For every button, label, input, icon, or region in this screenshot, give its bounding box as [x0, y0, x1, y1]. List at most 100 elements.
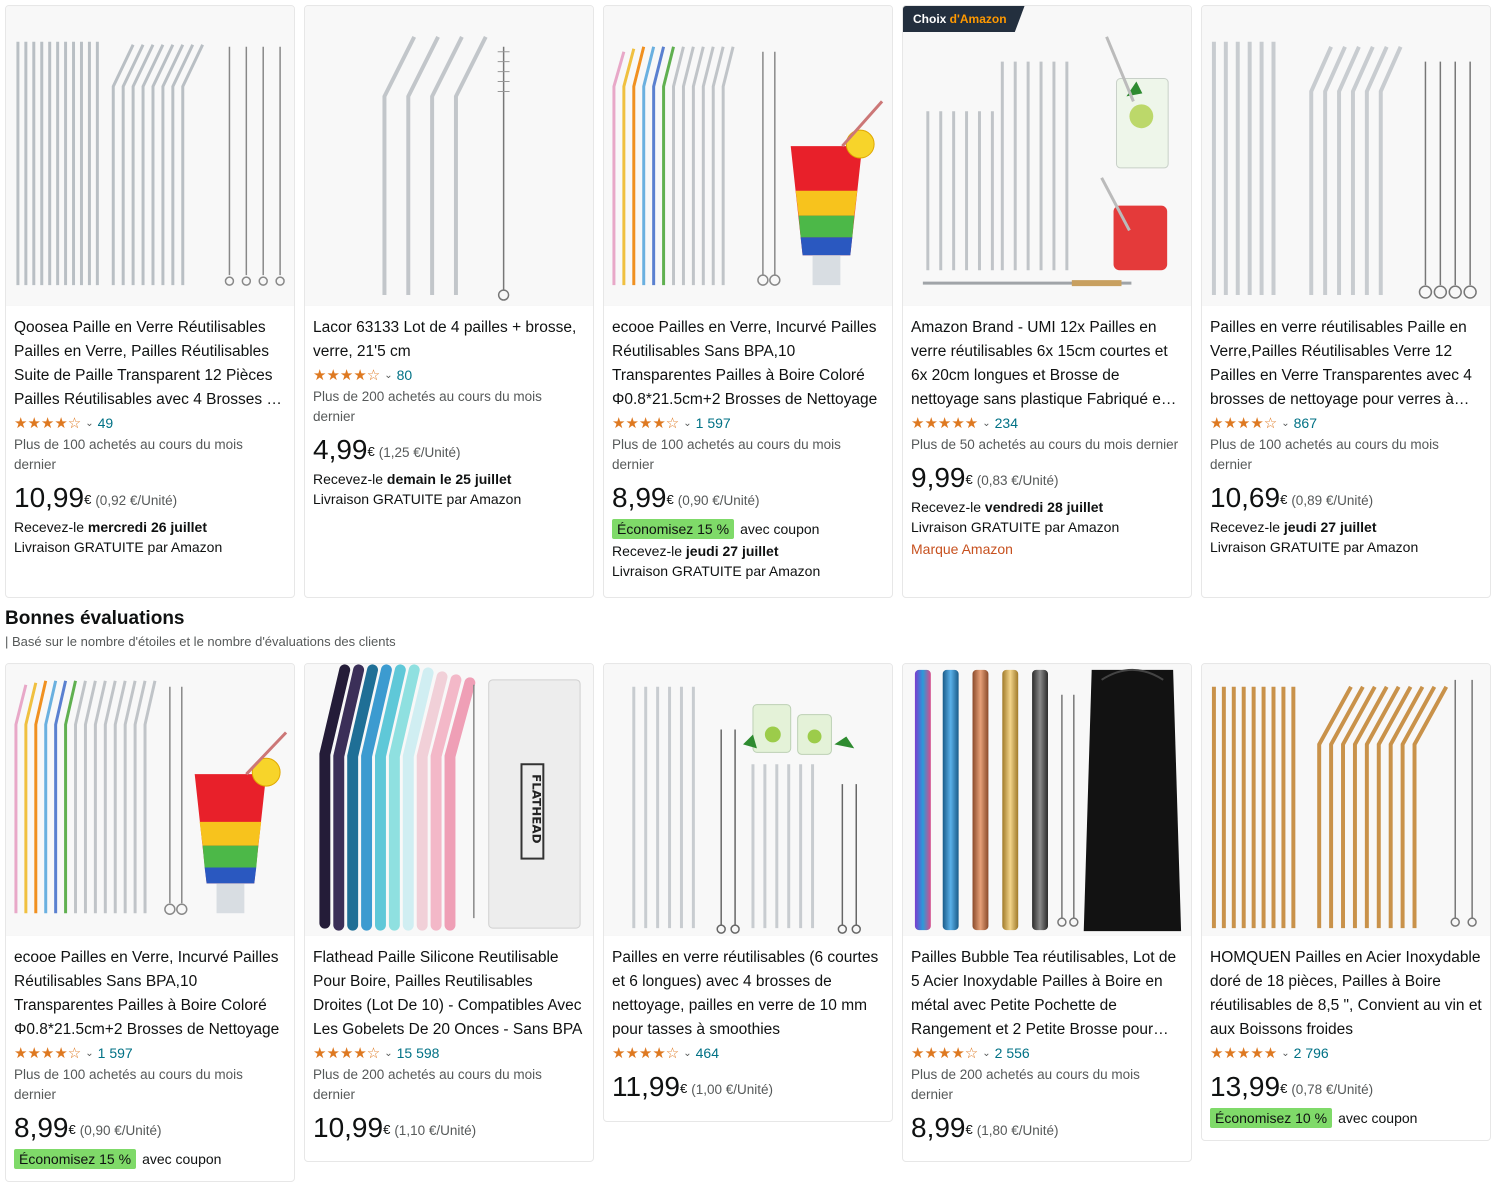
product-title[interactable]: Qoosea Paille en Verre Réutilisables Pai… [14, 316, 286, 412]
coupon[interactable]: Économisez 15 % avec coupon [14, 1149, 286, 1169]
product-card[interactable]: Pailles Bubble Tea réutilisables, Lot de… [902, 663, 1192, 1162]
review-count[interactable]: 1 597 [98, 1045, 133, 1061]
product-card[interactable]: Qoosea Paille en Verre Réutilisables Pai… [5, 5, 295, 598]
product-card[interactable]: Pailles en verre réutilisables (6 courte… [603, 663, 893, 1122]
price[interactable]: 9,99€ [911, 463, 973, 493]
coupon-badge[interactable]: Économisez 15 % [612, 519, 735, 539]
review-count[interactable]: 867 [1294, 415, 1317, 431]
chevron-down-icon[interactable]: ⌄ [1281, 418, 1289, 429]
bought-count: Plus de 200 achetés au cours du mois der… [911, 1067, 1140, 1102]
product-title[interactable]: Flathead Paille Silicone Reutilisable Po… [313, 946, 585, 1042]
price-row: 9,99€ (0,83 €/Unité) [911, 463, 1183, 497]
review-count[interactable]: 80 [397, 367, 413, 383]
price[interactable]: 10,99€ [313, 1113, 390, 1143]
product-title[interactable]: Lacor 63133 Lot de 4 pailles + brosse, v… [313, 316, 585, 364]
rating[interactable]: ★★★★☆ ⌄ 1 597 [612, 412, 884, 434]
product-card[interactable]: ecooe Pailles en Verre, Incurvé Pailles … [5, 663, 295, 1182]
rating[interactable]: ★★★★☆ ⌄ 49 [14, 412, 286, 434]
product-title[interactable]: Pailles en verre réutilisables (6 courte… [612, 946, 884, 1042]
product-title[interactable]: ecooe Pailles en Verre, Incurvé Pailles … [14, 946, 286, 1042]
review-count[interactable]: 49 [98, 415, 114, 431]
product-image-glass-straws-mojito [604, 664, 892, 936]
shipping-info: Livraison GRATUITE par Amazon [1210, 539, 1419, 555]
product-image[interactable] [604, 6, 892, 306]
rating[interactable]: ★★★★☆ ⌄ 80 [313, 364, 585, 386]
rating[interactable]: ★★★★☆ ⌄ 2 556 [911, 1042, 1183, 1064]
chevron-down-icon[interactable]: ⌄ [85, 418, 93, 429]
product-card[interactable]: FLATHEAD Flathead Paille Silicone Reutil… [304, 663, 594, 1162]
product-card[interactable]: HOMQUEN Pailles en Acier Inoxydable doré… [1201, 663, 1491, 1141]
coupon-text: avec coupon [142, 1151, 222, 1167]
price[interactable]: 13,99€ [1210, 1072, 1287, 1102]
price[interactable]: 8,99€ [911, 1113, 973, 1143]
price[interactable]: 10,69€ [1210, 483, 1287, 513]
product-image[interactable]: Choix d'Amazon [903, 6, 1191, 306]
product-card[interactable]: Pailles en verre réutilisables Paille en… [1201, 5, 1491, 598]
brand-label[interactable]: Marque Amazon [911, 539, 1183, 559]
review-count[interactable]: 464 [696, 1045, 719, 1061]
product-title[interactable]: HOMQUEN Pailles en Acier Inoxydable doré… [1210, 946, 1482, 1042]
coupon-badge[interactable]: Économisez 15 % [14, 1149, 137, 1169]
coupon[interactable]: Économisez 15 % avec coupon [612, 519, 884, 539]
price[interactable]: 10,99€ [14, 483, 91, 513]
rating[interactable]: ★★★★☆ ⌄ 867 [1210, 412, 1482, 434]
product-image[interactable] [903, 664, 1191, 936]
chevron-down-icon[interactable]: ⌄ [1281, 1048, 1289, 1059]
review-count[interactable]: 234 [995, 415, 1018, 431]
product-image[interactable] [1202, 664, 1490, 936]
coupon[interactable]: Économisez 10 % avec coupon [1210, 1108, 1482, 1128]
delivery-date: Recevez-le jeudi 27 juillet [1210, 519, 1377, 535]
shipping-info: Livraison GRATUITE par Amazon [313, 491, 522, 507]
product-image-glass-straws [305, 7, 593, 305]
rating[interactable]: ★★★★☆ ⌄ 15 598 [313, 1042, 585, 1064]
bought-count: Plus de 100 achetés au cours du mois der… [14, 1067, 243, 1102]
star-rating-icon: ★★★★☆ [612, 1045, 680, 1062]
product-card[interactable]: Lacor 63133 Lot de 4 pailles + brosse, v… [304, 5, 594, 598]
chevron-down-icon[interactable]: ⌄ [85, 1048, 93, 1059]
product-image-colored-straws-cocktail [6, 664, 294, 936]
rating[interactable]: ★★★★☆ ⌄ 1 597 [14, 1042, 286, 1064]
product-image[interactable] [1202, 6, 1490, 306]
bought-count: Plus de 100 achetés au cours du mois der… [612, 437, 841, 472]
star-rating-icon: ★★★★☆ [313, 1045, 381, 1062]
product-image[interactable] [6, 6, 294, 306]
product-card[interactable]: Choix d'Amazon Amazon Brand - UMI 12x Pa… [902, 5, 1192, 598]
price-row: 13,99€ (0,78 €/Unité) [1210, 1072, 1482, 1106]
product-card[interactable]: ecooe Pailles en Verre, Incurvé Pailles … [603, 5, 893, 598]
product-title[interactable]: ecooe Pailles en Verre, Incurvé Pailles … [612, 316, 884, 412]
rating[interactable]: ★★★★★ ⌄ 2 796 [1210, 1042, 1482, 1064]
price[interactable]: 8,99€ [14, 1113, 76, 1143]
coupon-badge[interactable]: Économisez 10 % [1210, 1108, 1333, 1128]
rating[interactable]: ★★★★★ ⌄ 234 [911, 412, 1183, 434]
review-count[interactable]: 15 598 [397, 1045, 440, 1061]
rating[interactable]: ★★★★☆ ⌄ 464 [612, 1042, 884, 1064]
product-image[interactable] [604, 664, 892, 936]
chevron-down-icon[interactable]: ⌄ [384, 370, 392, 381]
chevron-down-icon[interactable]: ⌄ [982, 1048, 990, 1059]
product-title[interactable]: Amazon Brand - UMI 12x Pailles en verre … [911, 316, 1183, 412]
chevron-down-icon[interactable]: ⌄ [683, 1048, 691, 1059]
chevron-down-icon[interactable]: ⌄ [982, 418, 990, 429]
shipping-info: Livraison GRATUITE par Amazon [911, 519, 1120, 535]
price-row: 8,99€ (0,90 €/Unité) [612, 483, 884, 517]
product-image[interactable]: FLATHEAD [305, 664, 593, 936]
chevron-down-icon[interactable]: ⌄ [384, 1048, 392, 1059]
product-image-glass-straws [1202, 7, 1490, 305]
product-image-glass-straws-drinks [903, 7, 1191, 305]
review-count[interactable]: 1 597 [696, 415, 731, 431]
review-count[interactable]: 2 556 [995, 1045, 1030, 1061]
product-image[interactable] [305, 6, 593, 306]
product-title[interactable]: Pailles Bubble Tea réutilisables, Lot de… [911, 946, 1183, 1042]
review-count[interactable]: 2 796 [1294, 1045, 1329, 1061]
star-rating-icon: ★★★★☆ [612, 415, 680, 432]
product-grid-row-2: ecooe Pailles en Verre, Incurvé Pailles … [5, 663, 1491, 1182]
product-image[interactable] [6, 664, 294, 936]
unit-price: (0,92 €/Unité) [95, 493, 178, 508]
price[interactable]: 4,99€ [313, 435, 375, 465]
price[interactable]: 8,99€ [612, 483, 674, 513]
price-row: 8,99€ (0,90 €/Unité) [14, 1113, 286, 1147]
star-rating-icon: ★★★★★ [911, 415, 979, 432]
price[interactable]: 11,99€ [612, 1072, 687, 1102]
chevron-down-icon[interactable]: ⌄ [683, 418, 691, 429]
product-title[interactable]: Pailles en verre réutilisables Paille en… [1210, 316, 1482, 412]
